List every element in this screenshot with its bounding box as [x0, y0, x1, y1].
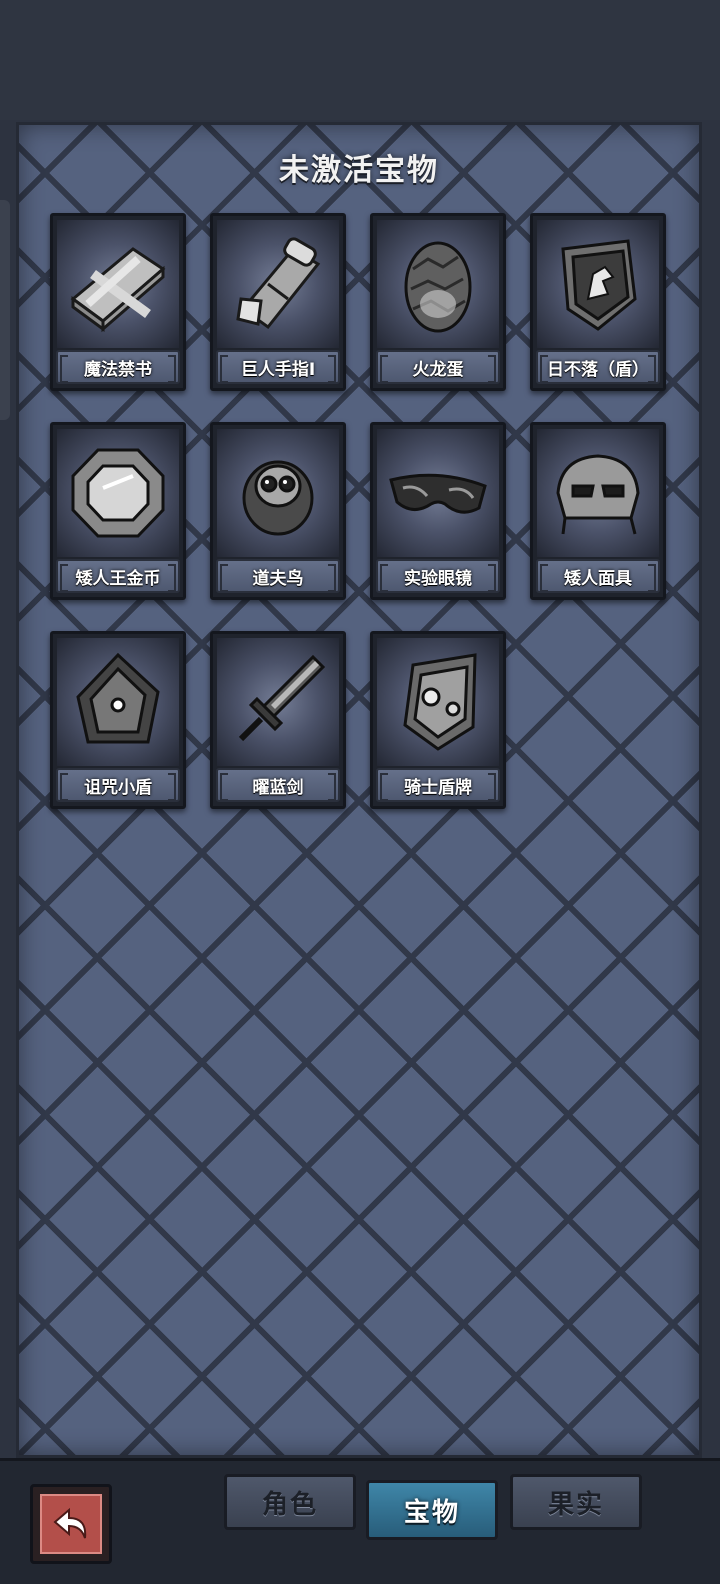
tab-fruits[interactable]: 果实 [510, 1474, 642, 1530]
treasure-slot-goggles[interactable]: 实验眼镜 [370, 422, 506, 600]
treasure-slot-cursed-shield[interactable]: 诅咒小盾 [50, 631, 186, 809]
treasure-slot-sword[interactable]: 曜蓝剑 [210, 631, 346, 809]
knight-shield-icon [377, 638, 499, 766]
dwarf-coin-icon [57, 429, 179, 557]
treasure-label: 日不落（盾） [536, 350, 660, 384]
treasure-slot-dwarf-mask[interactable]: 矮人面具 [530, 422, 666, 600]
treasure-label: 矮人王金币 [56, 559, 180, 593]
treasure-slot-spellbook[interactable]: 魔法禁书 [50, 213, 186, 391]
dwarf-mask-icon [537, 429, 659, 557]
treasure-label: 实验眼镜 [376, 559, 500, 593]
treasure-label: 诅咒小盾 [56, 768, 180, 802]
treasure-label: 巨人手指I [216, 350, 340, 384]
treasure-label: 矮人面具 [536, 559, 660, 593]
cursed-shield-icon [57, 638, 179, 766]
spellbook-icon [57, 220, 179, 348]
treasure-slot-dragon-egg[interactable]: 火龙蛋 [370, 213, 506, 391]
treasure-label: 道夫鸟 [216, 559, 340, 593]
giant-finger-icon [217, 220, 339, 348]
treasure-slot-lion-shield[interactable]: 日不落（盾） [530, 213, 666, 391]
goggles-icon [377, 429, 499, 557]
inactive-treasures-panel: 未激活宝物 魔法禁书 巨人手指I 火龙蛋 日不落（盾） 矮人王金币 道夫鸟 实验… [16, 122, 702, 1458]
treasure-slot-knight-shield[interactable]: 骑士盾牌 [370, 631, 506, 809]
treasure-label: 火龙蛋 [376, 350, 500, 384]
treasure-label: 骑士盾牌 [376, 768, 500, 802]
treasure-slot-dwarf-coin[interactable]: 矮人王金币 [50, 422, 186, 600]
back-button-face [40, 1494, 102, 1554]
treasure-slot-owl-bird[interactable]: 道夫鸟 [210, 422, 346, 600]
status-bar [0, 0, 720, 120]
sword-icon [217, 638, 339, 766]
tab-characters[interactable]: 角色 [224, 1474, 356, 1530]
side-edge-handle [0, 200, 10, 420]
tab-treasures[interactable]: 宝物 [366, 1480, 498, 1540]
back-button[interactable] [30, 1484, 112, 1564]
back-arrow-icon [53, 1507, 87, 1539]
treasure-label: 曜蓝剑 [216, 768, 340, 802]
treasure-label: 魔法禁书 [56, 350, 180, 384]
panel-title: 未激活宝物 [279, 153, 439, 188]
owl-bird-icon [217, 429, 339, 557]
treasure-slot-giant-finger[interactable]: 巨人手指I [210, 213, 346, 391]
lion-shield-icon [537, 220, 659, 348]
dragon-egg-icon [377, 220, 499, 348]
